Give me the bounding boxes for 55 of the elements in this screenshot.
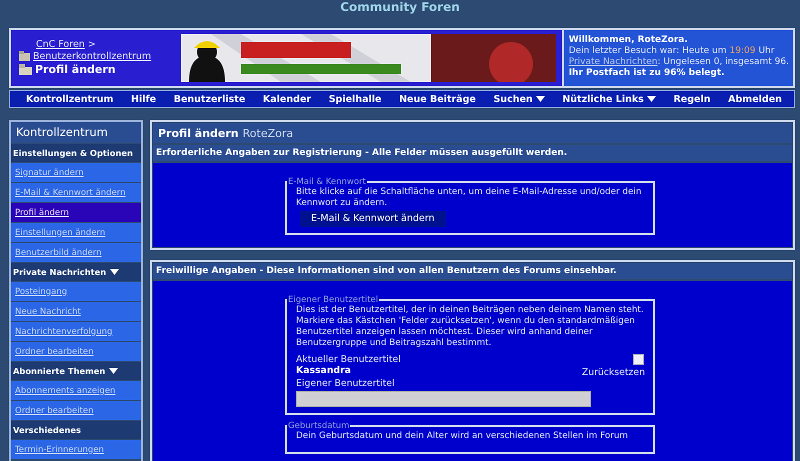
- collapse-arrow-icon[interactable]: [110, 269, 120, 275]
- sidebar-item[interactable]: Signatur ändern: [11, 163, 141, 182]
- nav-link[interactable]: Kalender: [262, 94, 312, 104]
- sidebar-item[interactable]: Profil ändern: [11, 203, 141, 222]
- nav-link[interactable]: Suchen: [493, 94, 545, 104]
- site-logo: Community Foren: [340, 0, 460, 14]
- section-heading: Erforderliche Angaben zur Registrierung - Alle Felder müssen ausgefüllt werden.: [153, 145, 792, 161]
- dropdown-arrow-icon: [536, 96, 545, 102]
- fieldset-legend: Geburtsdatum: [287, 421, 350, 431]
- reset-label: Zurücksetzen: [582, 367, 645, 378]
- nav-link[interactable]: Neue Beiträge: [399, 94, 476, 104]
- welcome-title: Willkommen, RoteZora.: [568, 35, 689, 46]
- fieldset-description: Dein Geburtsdatum und dein Alter wird an verschiedenen Stellen im Forum: [296, 431, 629, 442]
- nav-link[interactable]: Spielhalle: [328, 94, 382, 104]
- nav-link[interactable]: Benutzerliste: [174, 94, 246, 104]
- page-title-user: RoteZora: [242, 126, 294, 140]
- section-heading: Freiwillige Angaben - Diese Informationen sind von allen Benutzern des Forums einsehbar.: [153, 263, 792, 279]
- page-title: Profil ändern: [158, 126, 239, 140]
- reset-checkbox[interactable]: [633, 354, 644, 365]
- nav-link[interactable]: Regeln: [673, 94, 710, 104]
- field-label: Eigener Benutzertitel: [296, 378, 396, 389]
- custom-title-field[interactable]: [296, 391, 591, 407]
- last-visit-time: 19:09: [730, 46, 756, 57]
- folder-icon: [19, 64, 32, 74]
- last-visit-label: Dein letzter Besuch war: Heute um: [568, 46, 726, 57]
- fieldset-legend: E-Mail & Kennwort: [287, 177, 367, 187]
- breadcrumb-link[interactable]: CnC Foren: [36, 38, 85, 50]
- sidebar-item[interactable]: Abonnements anzeigen: [11, 381, 141, 400]
- fieldset-description: Bitte klicke auf die Schaltfläche unten, um deine E-Mail-Adresse und/oder dein Kennwort zu ändern.: [296, 187, 642, 209]
- dropdown-arrow-icon: [646, 96, 656, 102]
- last-visit-unit: Uhr: [758, 46, 774, 57]
- fieldset-legend: Eigener Benutzertitel: [287, 295, 380, 305]
- private-messages-status: Private Nachrichten: Ungelesen 0, insgesamt 96.: [568, 57, 789, 68]
- private-messages-link[interactable]: Private Nachrichten: [568, 57, 658, 67]
- nav-link[interactable]: Kontrollzentrum: [26, 94, 114, 104]
- sidebar-title: Kontrollzentrum: [11, 122, 141, 143]
- change-email-password-button[interactable]: E-Mail & Kennwort ändern: [300, 211, 446, 227]
- sidebar-section-header: Verschiedenes: [11, 421, 141, 439]
- mailbox-status: Ihr Postfach ist zu 96% belegt.: [568, 68, 726, 79]
- sidebar-section-header[interactable]: Abonnierte Themen: [11, 362, 141, 380]
- field-label: Aktueller Benutzertitel: [296, 354, 401, 365]
- sidebar-item[interactable]: Benutzerbild ändern: [11, 243, 141, 262]
- folder-icon: [19, 51, 30, 61]
- breadcrumb-link[interactable]: Benutzerkontrollzentrum: [33, 50, 152, 62]
- collapse-arrow-icon[interactable]: [109, 368, 118, 374]
- nav-link[interactable]: Abmelden: [728, 94, 782, 104]
- sidebar-section-header: Einstellungen & Optionen: [11, 144, 141, 162]
- breadcrumb-current: Profil ändern: [35, 62, 116, 76]
- sidebar-section-header[interactable]: Private Nachrichten: [11, 263, 141, 281]
- nav-link[interactable]: Hilfe: [131, 94, 156, 104]
- fieldset-description: Dies ist der Benutzertitel, der in deinen Beiträgen neben deinem Namen steht. Markiere das Kästchen 'Felder zurücksetzen', wenn du den standardmäßigen Benutzertitel anzeigen lassen möchtest. Dieser wird anhand deiner Benutzergruppe und Beitragszahl bestimmt.: [296, 305, 645, 349]
- sidebar-item[interactable]: E-Mail & Kennwort ändern: [11, 183, 141, 202]
- current-title-value: Kassandra: [296, 365, 352, 376]
- breadcrumb-separator: >: [88, 38, 96, 50]
- nav-link[interactable]: Nützliche Links: [562, 94, 656, 104]
